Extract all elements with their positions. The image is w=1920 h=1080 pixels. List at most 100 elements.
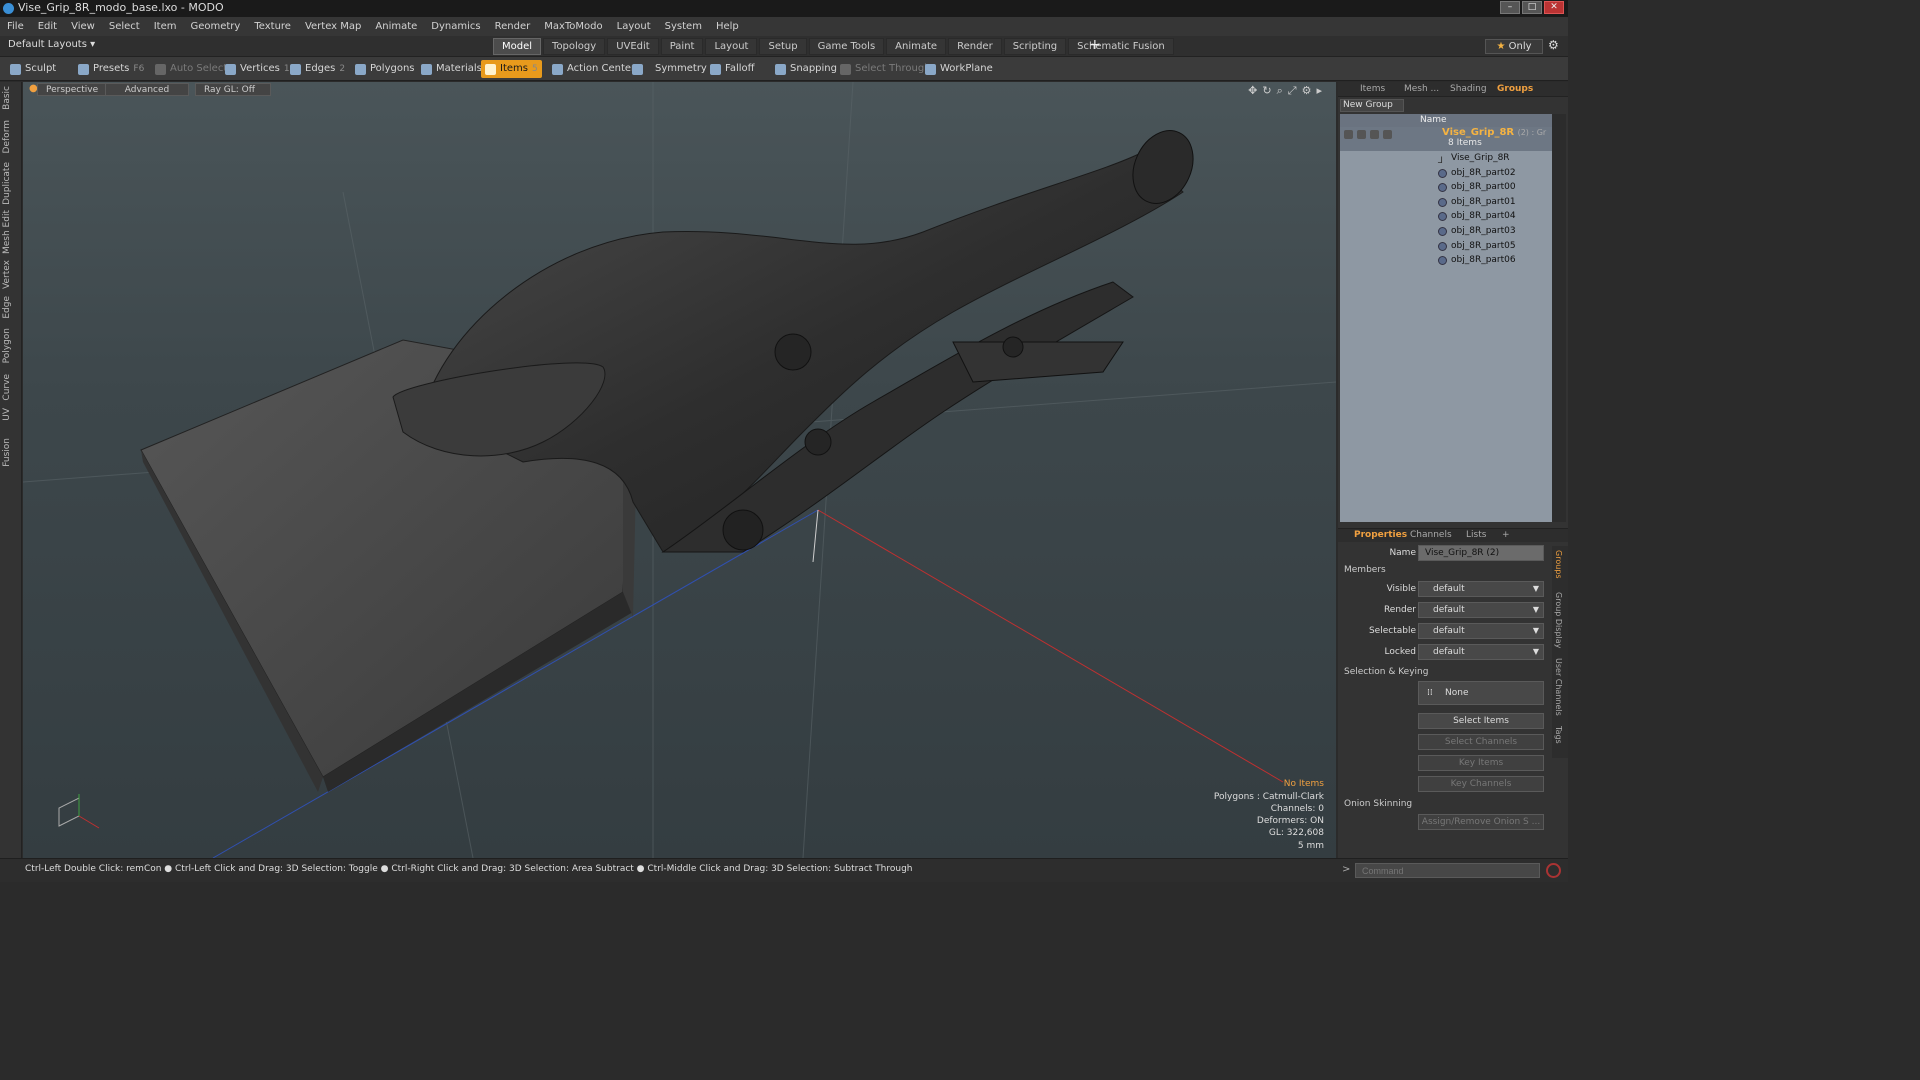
symmetry-button[interactable]: Symmetry [628, 60, 711, 78]
tab-polygon[interactable]: Polygon [2, 328, 12, 363]
tree-item[interactable]: obj_8R_part05 [1340, 239, 1552, 254]
zoom-icon[interactable]: ⌕ [1277, 84, 1283, 98]
menu-view[interactable]: View [64, 21, 102, 32]
select-items-button[interactable]: Select Items [1418, 713, 1544, 729]
tree-item[interactable]: obj_8R_part01 [1340, 195, 1552, 210]
tab-game-tools[interactable]: Game Tools [808, 38, 885, 55]
stop-icon[interactable] [1546, 863, 1561, 878]
tab-uvedit[interactable]: UVEdit [607, 38, 659, 55]
tab-layout[interactable]: Layout [705, 38, 758, 55]
tab-curve[interactable]: Curve [2, 374, 12, 401]
visibility-icon[interactable] [1344, 130, 1353, 139]
vertices-button[interactable]: Vertices 1 [221, 60, 294, 78]
tab-render[interactable]: Render [948, 38, 1002, 55]
menu-dynamics[interactable]: Dynamics [424, 21, 487, 32]
materials-button[interactable]: Materials [417, 60, 486, 78]
key-channels-button[interactable]: Key Channels [1418, 776, 1544, 792]
maximize-button[interactable]: □ [1522, 1, 1542, 14]
tab-properties[interactable]: Properties [1354, 530, 1407, 540]
lock-icon[interactable] [1383, 130, 1392, 139]
tree-item[interactable]: obj_8R_part03 [1340, 224, 1552, 239]
add-properties-tab[interactable]: + [1502, 530, 1510, 540]
tab-paint[interactable]: Paint [660, 38, 704, 55]
tree-scrollbar[interactable] [1552, 114, 1566, 522]
menu-vertex-map[interactable]: Vertex Map [298, 21, 368, 32]
only-toggle[interactable]: ★ Only [1485, 39, 1543, 54]
menu-texture[interactable]: Texture [247, 21, 298, 32]
command-input[interactable] [1355, 863, 1540, 878]
group-row[interactable]: Vise_Grip_8R (2) : Gr 8 Items [1340, 127, 1552, 151]
side-tab-group-display[interactable]: Group Display [1554, 592, 1563, 648]
menu-maxtomodo[interactable]: MaxToModo [537, 21, 609, 32]
falloff-button[interactable]: Falloff [706, 60, 759, 78]
tab-model[interactable]: Model [493, 38, 542, 55]
assign-onion-button[interactable]: Assign/Remove Onion S ... [1418, 814, 1544, 830]
key-items-button[interactable]: Key Items [1418, 755, 1544, 771]
tab-groups[interactable]: Groups [1497, 84, 1533, 94]
menu-edit[interactable]: Edit [31, 21, 64, 32]
default-layouts-dropdown[interactable]: Default Layouts ▾ [8, 39, 95, 50]
tab-basic[interactable]: Basic [2, 86, 12, 110]
polygons-button[interactable]: Polygons [351, 60, 419, 78]
tab-edge[interactable]: Edge [2, 296, 12, 319]
select-channels-button[interactable]: Select Channels [1418, 734, 1544, 750]
tab-animate[interactable]: Animate [886, 38, 947, 55]
rotate-icon[interactable]: ↻ [1262, 84, 1271, 98]
menu-geometry[interactable]: Geometry [183, 21, 247, 32]
close-button[interactable]: ✕ [1544, 1, 1564, 14]
new-group-button[interactable]: New Group [1340, 99, 1404, 112]
select-through-button[interactable]: Select Through [836, 60, 935, 78]
tab-items[interactable]: Items [1360, 84, 1385, 94]
fit-icon[interactable]: ⤢ [1288, 84, 1297, 98]
viewport-expand-icon[interactable]: ▸ [1316, 84, 1322, 98]
minimize-button[interactable]: – [1500, 1, 1520, 14]
selection-keying-section[interactable]: Selection & Keying [1344, 667, 1428, 677]
tab-mesh[interactable]: Mesh ... [1404, 84, 1439, 94]
raygl-dropdown[interactable]: Ray GL: Off [195, 83, 271, 96]
menu-help[interactable]: Help [709, 21, 746, 32]
menu-render[interactable]: Render [488, 21, 538, 32]
items-button[interactable]: Items 5 [481, 60, 542, 78]
tab-uv[interactable]: UV [2, 408, 12, 421]
tree-item[interactable]: ⅃ Vise_Grip_8R [1340, 151, 1552, 166]
onion-skinning-section[interactable]: Onion Skinning [1344, 799, 1412, 809]
visible-dropdown[interactable]: default ▼ [1418, 581, 1544, 597]
edges-button[interactable]: Edges 2 [286, 60, 349, 78]
menu-select[interactable]: Select [102, 21, 147, 32]
tree-item[interactable]: obj_8R_part06 [1340, 253, 1552, 268]
menu-system[interactable]: System [658, 21, 709, 32]
none-button[interactable]: ⁞⁞ None [1418, 681, 1544, 705]
select-icon[interactable] [1370, 130, 1379, 139]
tab-schematic-fusion[interactable]: Schematic Fusion [1068, 38, 1174, 55]
presets-button[interactable]: Presets F6 [74, 60, 148, 78]
auto-select-button[interactable]: Auto Select [151, 60, 231, 78]
action-center-button[interactable]: Action Center [548, 60, 639, 78]
tree-item[interactable]: obj_8R_part00 [1340, 180, 1552, 195]
gear-icon[interactable]: ⚙ [1548, 38, 1559, 52]
tab-mesh-edit[interactable]: Mesh Edit [2, 210, 12, 254]
tree-item[interactable]: obj_8R_part02 [1340, 166, 1552, 181]
name-field[interactable]: Vise_Grip_8R (2) [1418, 545, 1544, 561]
snapping-button[interactable]: Snapping [771, 60, 841, 78]
add-tab-icon[interactable]: + [1089, 37, 1101, 53]
menu-file[interactable]: File [0, 21, 31, 32]
tab-shading[interactable]: Shading [1450, 84, 1487, 94]
render-icon[interactable] [1357, 130, 1366, 139]
workplane-button[interactable]: WorkPlane [921, 60, 997, 78]
tab-scripting[interactable]: Scripting [1003, 38, 1067, 55]
sculpt-button[interactable]: Sculpt [6, 60, 60, 78]
tab-setup[interactable]: Setup [759, 38, 807, 55]
tab-vertex[interactable]: Vertex [2, 260, 12, 289]
3d-viewport[interactable]: ● Perspective Advanced Ray GL: Off ✥ ↻ ⌕… [23, 82, 1336, 858]
tab-duplicate[interactable]: Duplicate [2, 162, 12, 205]
tab-deform[interactable]: Deform [2, 120, 12, 153]
tab-fusion[interactable]: Fusion [2, 438, 12, 467]
vise-grip-mesh[interactable] [140, 121, 1204, 792]
side-tab-tags[interactable]: Tags [1554, 726, 1563, 744]
menu-layout[interactable]: Layout [610, 21, 658, 32]
members-section[interactable]: Members [1344, 565, 1386, 575]
render-dropdown[interactable]: default ▼ [1418, 602, 1544, 618]
side-tab-user-channels[interactable]: User Channels [1554, 658, 1563, 716]
pan-icon[interactable]: ✥ [1248, 84, 1257, 98]
viewport-settings-icon[interactable]: ⚙ [1302, 84, 1312, 98]
